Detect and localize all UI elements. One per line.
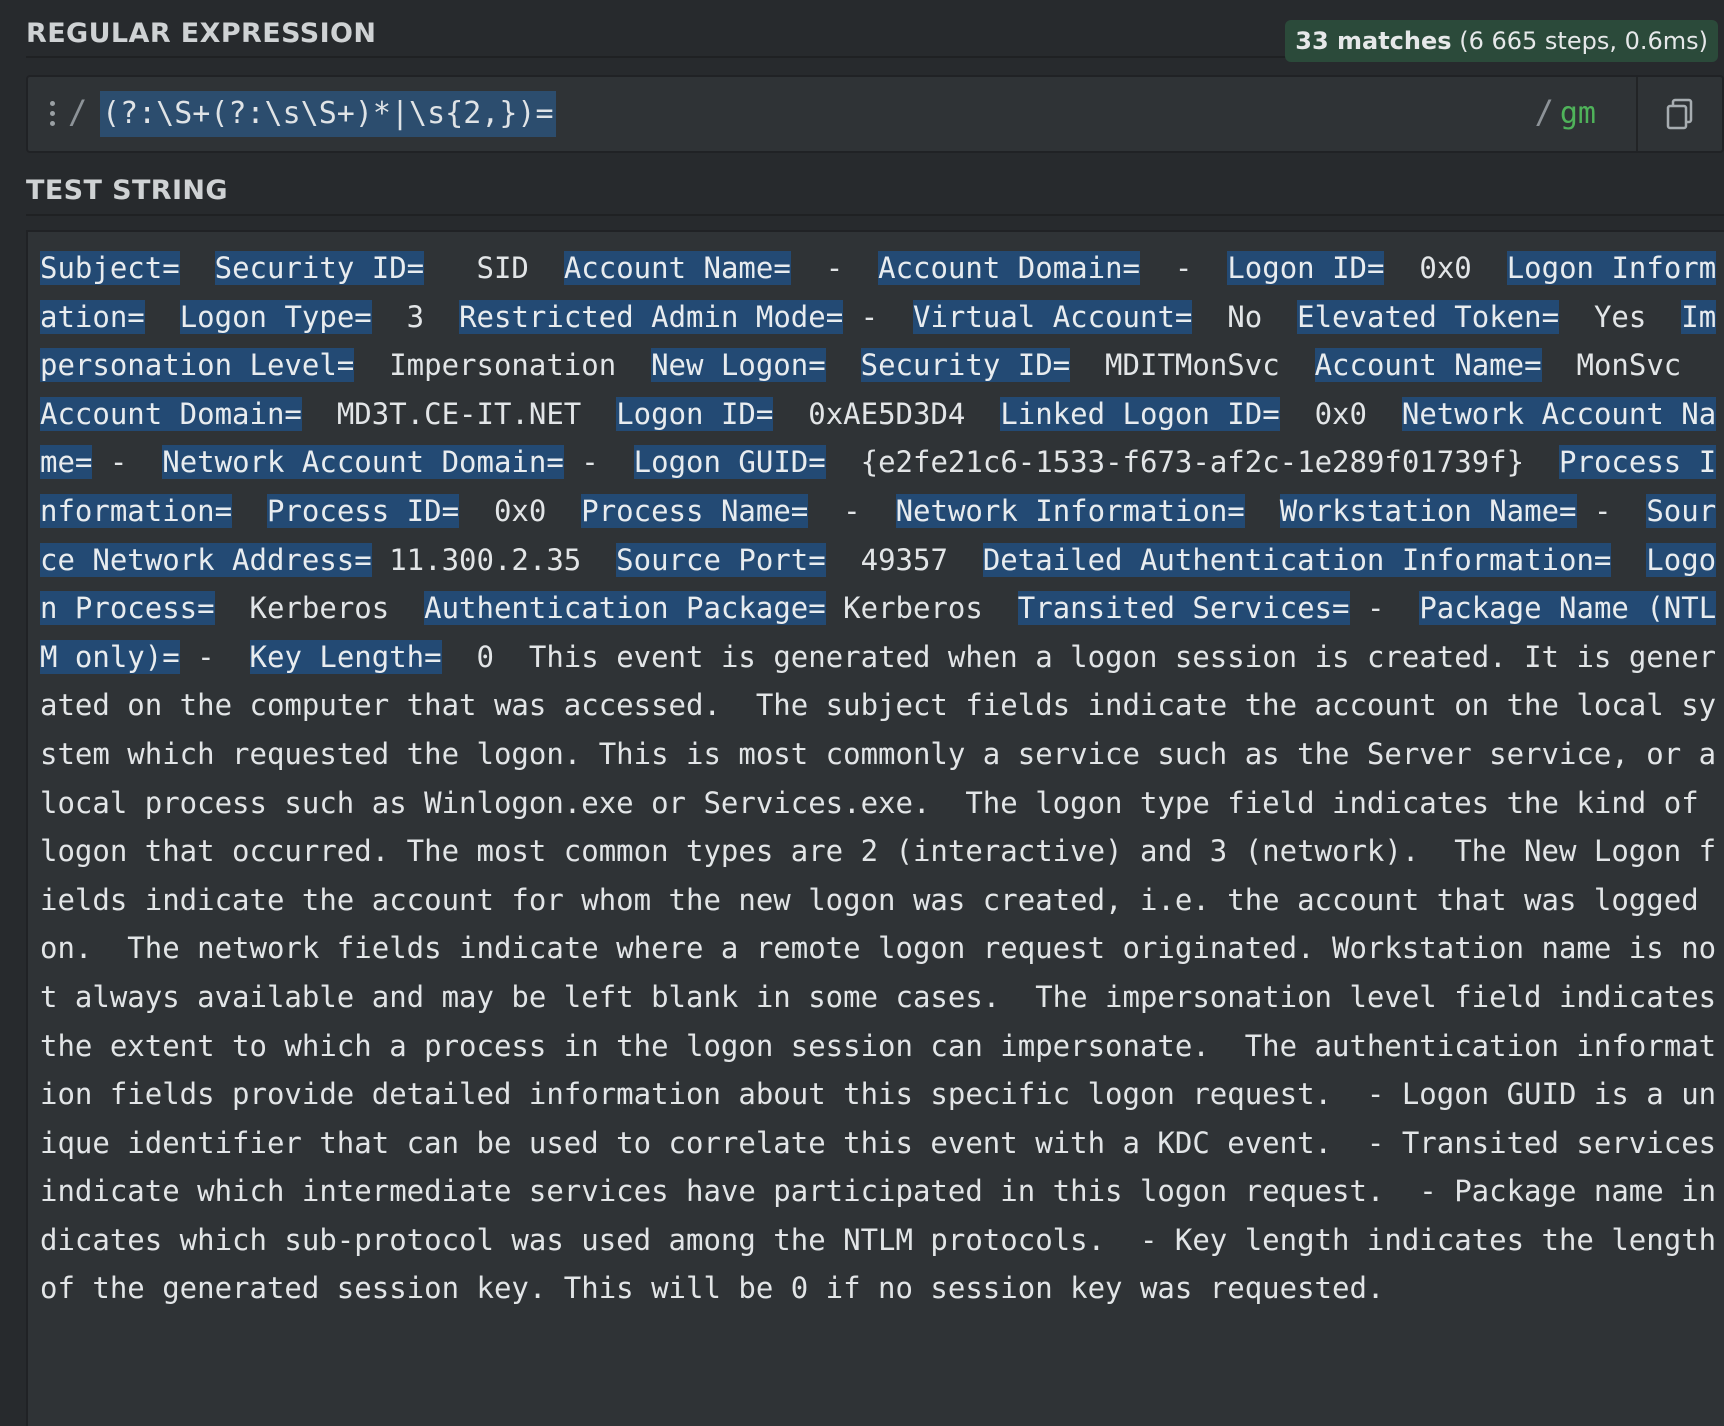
- regex-match: Security ID=: [860, 348, 1071, 383]
- section-divider: [26, 214, 1724, 216]
- regex-match: Source Port=: [616, 542, 826, 577]
- regex-match: Virtual Account=: [913, 299, 1193, 334]
- regex-match: Network Information=: [895, 493, 1245, 528]
- regex-match: New Logon=: [651, 348, 826, 383]
- regex-input-box[interactable]: / (?:\S+(?:\s\S+)*|\s{2,})= / gm: [26, 75, 1724, 153]
- regex-flags[interactable]: gm: [1560, 96, 1596, 131]
- regex-match: Logon GUID=: [633, 445, 826, 480]
- regex-match: Key Length=: [249, 639, 442, 674]
- test-string-text[interactable]: Subject= Security ID= SID Account Name= …: [40, 244, 1720, 1313]
- regex-match: Process ID=: [266, 493, 460, 528]
- regex-match: Logon ID=: [1227, 251, 1385, 285]
- drag-handle-icon[interactable]: [50, 101, 56, 129]
- regex-match: Process Name=: [581, 493, 809, 528]
- match-count-badge: 33 matches (6 665 steps, 0.6ms): [1285, 20, 1718, 62]
- vertical-divider: [1636, 77, 1638, 151]
- regex-flags-area[interactable]: / gm: [1535, 93, 1596, 131]
- copy-icon[interactable]: [1662, 95, 1700, 133]
- regex-match: Workstation Name=: [1279, 493, 1577, 528]
- match-count: 33 matches: [1295, 27, 1452, 55]
- regex-match: Network Account Domain=: [162, 445, 564, 480]
- regex-match: Authentication Package=: [424, 591, 826, 626]
- regex-delimiter-open: /: [68, 93, 88, 131]
- regex-match: Linked Logon ID=: [1000, 396, 1280, 431]
- regex-match: Detailed Authentication Information=: [982, 542, 1612, 577]
- regex-match: Transited Services=: [1017, 591, 1350, 626]
- regex-delimiter-close: /: [1534, 93, 1554, 131]
- regex-section-title: REGULAR EXPRESSION: [26, 18, 377, 49]
- test-string-section-title: TEST STRING: [26, 175, 228, 206]
- regex-match: Logon ID=: [616, 396, 774, 431]
- regex-match: Security ID=: [214, 251, 425, 285]
- regex-pattern-input[interactable]: (?:\S+(?:\s\S+)*|\s{2,})=: [100, 91, 556, 137]
- section-divider: [26, 56, 1346, 58]
- test-string-editor[interactable]: Subject= Security ID= SID Account Name= …: [26, 230, 1724, 1426]
- regex-match: Account Domain=: [40, 396, 302, 431]
- match-info: (6 665 steps, 0.6ms): [1459, 27, 1708, 55]
- regex-match: Logon Type=: [179, 299, 372, 334]
- regex-match: Elevated Token=: [1297, 299, 1560, 334]
- regex-match: Restricted Admin Mode=: [459, 299, 844, 334]
- regex-match: Account Domain=: [878, 251, 1141, 285]
- regex-match: Account Name=: [1314, 348, 1542, 383]
- regex-match: Account Name=: [563, 251, 791, 285]
- regex-match: Subject=: [40, 251, 180, 285]
